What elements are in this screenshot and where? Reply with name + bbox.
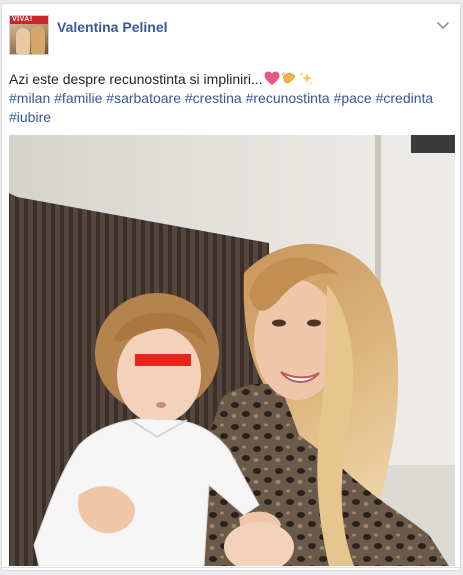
- post-header: VIVA! Valentina Pelinel: [2, 4, 460, 62]
- hashtag-link[interactable]: #sarbatoare: [106, 90, 181, 106]
- photo-content: [9, 135, 455, 566]
- post-text: Azi este despre recunostinta si implinir…: [9, 71, 263, 87]
- heart-emoji: [264, 71, 280, 85]
- clapping-hands-emoji: [281, 71, 295, 84]
- sparkles-emoji: [299, 72, 313, 85]
- avatar-figure: [16, 28, 30, 54]
- hashtag-link[interactable]: #credinta: [376, 90, 434, 106]
- hashtag-list: #milan #familie #sarbatoare #crestina #r…: [9, 89, 457, 127]
- avatar[interactable]: VIVA!: [9, 15, 49, 55]
- hashtag-link[interactable]: #iubire: [9, 109, 51, 125]
- post-message: Azi este despre recunostinta si implinir…: [9, 70, 457, 127]
- hashtag-link[interactable]: #pace: [334, 90, 372, 106]
- chevron-down-icon[interactable]: [434, 16, 452, 34]
- post-photo[interactable]: [9, 135, 455, 566]
- hashtag-link[interactable]: #crestina: [185, 90, 242, 106]
- hashtag-link[interactable]: #familie: [54, 90, 102, 106]
- author-name[interactable]: Valentina Pelinel: [57, 19, 168, 35]
- hashtag-link[interactable]: #recunostinta: [246, 90, 330, 106]
- post-card: VIVA! Valentina Pelinel Azi este despre …: [1, 3, 461, 571]
- avatar-magazine-logo: VIVA!: [12, 16, 33, 23]
- hashtag-link[interactable]: #milan: [9, 90, 50, 106]
- feed-divider: [0, 567, 463, 568]
- avatar-figure: [31, 26, 45, 54]
